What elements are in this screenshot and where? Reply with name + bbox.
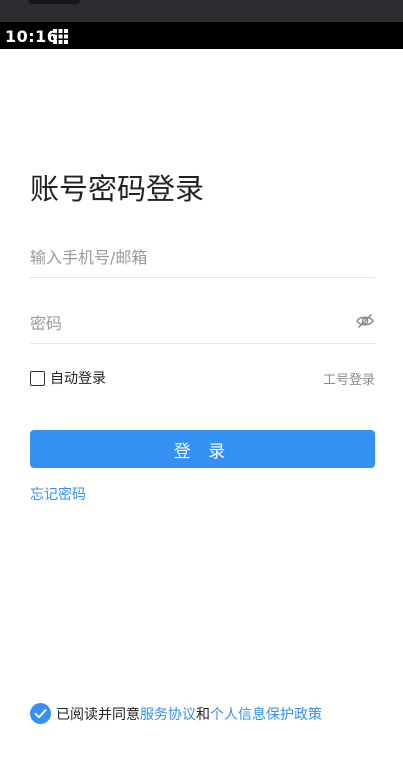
account-field-container xyxy=(30,238,375,278)
agreement-conjunction: 和 xyxy=(196,706,210,723)
agreement-row: 已阅读并同意 服务协议和个人信息保护政策 xyxy=(30,703,322,724)
status-time: 10:16 xyxy=(5,27,59,46)
auto-login-toggle[interactable]: 自动登录 xyxy=(30,368,106,388)
account-input[interactable] xyxy=(30,238,375,277)
grid-icon xyxy=(53,29,68,44)
service-agreement-link[interactable]: 服务协议 xyxy=(140,704,196,724)
forgot-password-link[interactable]: 忘记密码 xyxy=(30,484,86,504)
auto-login-label: 自动登录 xyxy=(50,371,106,387)
device-frame-top xyxy=(0,0,403,22)
password-field-container xyxy=(30,304,375,344)
eye-hidden-icon[interactable] xyxy=(355,311,375,331)
status-bar: 10:16 xyxy=(0,22,403,49)
agreement-prefix: 已阅读并同意 xyxy=(56,706,140,723)
agreement-check-icon[interactable] xyxy=(30,703,51,724)
auto-login-checkbox[interactable] xyxy=(30,370,45,386)
login-options-row: 自动登录 工号登录 xyxy=(30,368,375,388)
password-input[interactable] xyxy=(30,304,340,343)
device-notch xyxy=(28,0,80,4)
login-button[interactable]: 登 录 xyxy=(30,430,375,468)
employee-id-login-link[interactable]: 工号登录 xyxy=(323,369,375,388)
privacy-policy-link[interactable]: 个人信息保护政策 xyxy=(210,704,322,724)
page-title: 账号密码登录 xyxy=(30,172,205,206)
